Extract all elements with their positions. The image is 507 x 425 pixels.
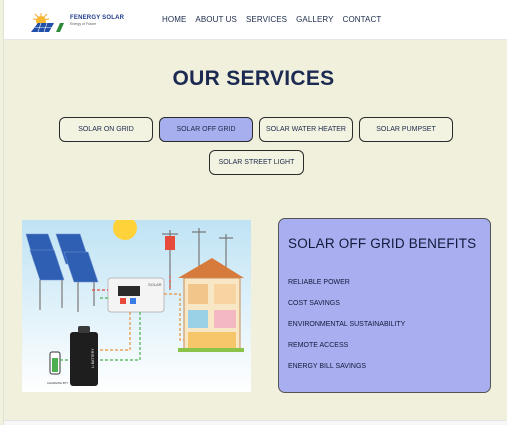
benefit-item: ENVIRONMENTAL SUSTAINABILITY	[288, 321, 406, 328]
benefit-item: ENERGY BILL SAVINGS	[288, 363, 367, 370]
nav-contact[interactable]: CONTACT	[343, 16, 382, 24]
battery-label: Li BATTERY	[91, 348, 95, 368]
off-grid-system-illustration: SOLAR Li BATTERY CHARGING BTY	[22, 220, 251, 392]
tab-solar-water-heater[interactable]: SOLAR WATER HEATER	[259, 117, 353, 142]
logo-sun-panel-icon[interactable]	[26, 10, 112, 34]
nav-gallery[interactable]: GALLERY	[296, 16, 333, 24]
benefit-item: COST SAVINGS	[288, 300, 340, 307]
site-header: FENERGY SOLAR Energy of Future HOME ABOU…	[4, 0, 507, 40]
nav-services[interactable]: SERVICES	[246, 16, 287, 24]
section-divider	[4, 420, 507, 425]
main-nav: HOME ABOUT US SERVICES GALLERY CONTACT	[162, 16, 381, 24]
page-title: OUR SERVICES	[172, 67, 335, 90]
nav-home[interactable]: HOME	[162, 16, 186, 24]
tab-solar-street-light[interactable]: SOLAR STREET LIGHT	[209, 150, 304, 175]
small-battery-label: CHARGING BTY	[47, 381, 68, 385]
logo-name: FENERGY SOLAR	[70, 15, 125, 21]
benefits-list: RELIABLE POWER COST SAVINGS ENVIRONMENTA…	[288, 278, 405, 383]
benefit-item: REMOTE ACCESS	[288, 342, 349, 349]
benefits-panel: SOLAR OFF GRID BENEFITS RELIABLE POWER C…	[278, 218, 491, 393]
tab-solar-off-grid[interactable]: SOLAR OFF GRID	[159, 117, 253, 142]
inverter-label: SOLAR	[148, 282, 162, 287]
benefit-item: RELIABLE POWER	[288, 279, 350, 286]
benefits-title: SOLAR OFF GRID BENEFITS	[288, 236, 477, 251]
tab-solar-on-grid[interactable]: SOLAR ON GRID	[59, 117, 153, 142]
nav-about-us[interactable]: ABOUT US	[195, 16, 237, 24]
logo-tagline: Energy of Future	[70, 22, 97, 26]
tab-solar-pumpset[interactable]: SOLAR PUMPSET	[359, 117, 453, 142]
